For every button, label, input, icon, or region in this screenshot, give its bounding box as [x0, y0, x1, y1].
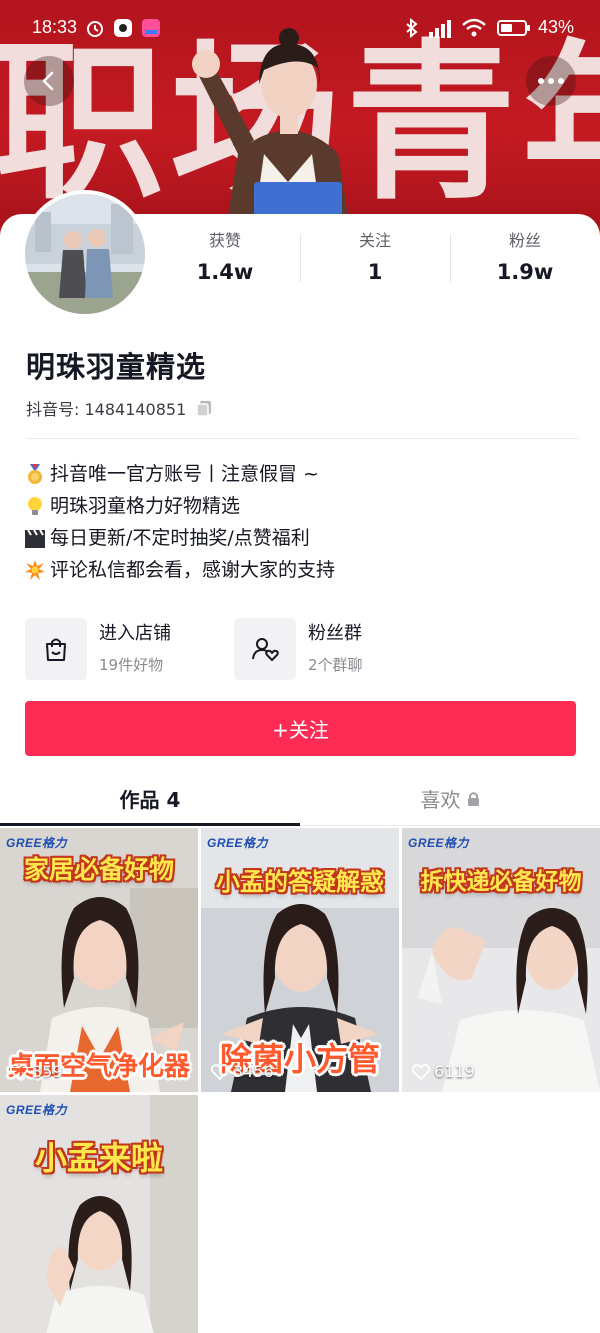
profile-tabs: 作品 4 喜欢 [0, 772, 600, 826]
video-card[interactable]: GREE格力 小孟的答疑解惑 除菌小方管 3456 [201, 828, 399, 1092]
video-thumbnail [0, 1095, 198, 1333]
back-button[interactable] [24, 56, 74, 106]
lock-icon [467, 791, 479, 806]
shop-entry-subtitle: 19件好物 [99, 656, 164, 674]
stat-value: 1.4w [196, 260, 254, 284]
video-card[interactable]: GREE格力 家居必备好物 桌面空气净化器 359 [0, 828, 198, 1092]
video-likes-count: 6119 [434, 1062, 475, 1081]
heart-icon [211, 1063, 229, 1080]
video-likes: 6119 [412, 1062, 475, 1081]
video-card[interactable]: GREE格力 小孟来啦 [0, 1095, 198, 1333]
status-time: 18:33 [32, 17, 78, 37]
douyin-id-row: 抖音号: 1484140851 [26, 396, 214, 420]
video-likes-count: 359 [32, 1062, 63, 1081]
video-likes-count: 3456 [233, 1062, 274, 1081]
heart-icon [412, 1063, 430, 1080]
stat-following[interactable]: 关注 1 [300, 228, 450, 288]
avatar-photo [25, 194, 145, 314]
brand-logo: GREE格力 [6, 836, 68, 850]
brand-logo: GREE格力 [207, 836, 269, 850]
fan-group-subtitle: 2个群聊 [308, 656, 363, 674]
tab-works[interactable]: 作品 4 [0, 772, 300, 826]
stat-label: 粉丝 [508, 231, 541, 250]
bluetooth-icon [402, 16, 422, 40]
tab-likes[interactable]: 喜欢 [300, 772, 600, 825]
more-dots-icon [538, 78, 564, 84]
status-bar: 18:33 43% [0, 0, 600, 56]
fan-group-entry[interactable]: 粉丝群 2个群聊 [234, 618, 363, 680]
shop-entry-title: 进入店铺 [99, 623, 171, 644]
bio-text: 评论私信都会看，感谢大家的支持 [50, 559, 336, 581]
profile-nickname: 明珠羽童精选 [26, 350, 207, 384]
clapperboard-icon [25, 529, 45, 548]
video-likes: 359 [10, 1062, 63, 1081]
shopping-bag-icon [25, 618, 87, 680]
douyin-id: 抖音号: 1484140851 [26, 400, 187, 419]
medal-icon [28, 464, 42, 484]
video-card[interactable]: GREE格力 拆快递必备好物 6119 [402, 828, 600, 1092]
video-title: 拆快递必备好物 [420, 869, 582, 895]
profile-stats: 获赞 1.4w 关注 1 粉丝 1.9w [150, 228, 600, 288]
video-title: 家居必备好物 [23, 855, 174, 884]
brand-logo: GREE格力 [6, 1103, 68, 1117]
video-likes: 3456 [211, 1062, 274, 1081]
shop-entry[interactable]: 进入店铺 19件好物 [25, 618, 171, 680]
lightbulb-icon [28, 497, 42, 515]
fan-group-text: 粉丝群 2个群聊 [308, 621, 363, 677]
brand-logo: GREE格力 [408, 836, 470, 850]
tab-likes-label: 喜欢 [420, 788, 461, 812]
stat-label: 关注 [358, 231, 391, 250]
profile-bio: 抖音唯一官方账号丨注意假冒 ~ 明珠羽童格力好物精选 每日更新/不定时抽奖/点赞… [24, 458, 335, 586]
stat-label: 获赞 [208, 231, 241, 250]
divider [26, 438, 578, 439]
alarm-icon [84, 16, 106, 40]
stat-followers[interactable]: 粉丝 1.9w [450, 228, 600, 288]
bio-line: 抖音唯一官方账号丨注意假冒 ~ [24, 458, 335, 490]
stat-likes[interactable]: 获赞 1.4w [150, 228, 300, 288]
wifi-icon [460, 16, 488, 40]
more-button[interactable] [526, 56, 576, 106]
tab-works-label: 作品 4 [119, 788, 181, 812]
fan-group-icon [234, 618, 296, 680]
collision-icon [25, 560, 45, 580]
app-icon [112, 16, 134, 40]
hd-signal-icon [424, 16, 454, 40]
heart-icon [10, 1063, 28, 1080]
bio-text: 每日更新/不定时抽奖/点赞福利 [50, 527, 310, 549]
chevron-left-icon [42, 71, 54, 91]
avatar[interactable] [21, 190, 149, 318]
bio-line: 明珠羽童格力好物精选 [24, 490, 335, 522]
bio-text: 抖音唯一官方账号丨注意假冒 ~ [50, 463, 319, 485]
bio-line: 评论私信都会看，感谢大家的支持 [24, 554, 335, 586]
stat-value: 1.9w [496, 260, 554, 284]
video-title: 小孟的答疑解惑 [216, 868, 384, 896]
bio-line: 每日更新/不定时抽奖/点赞福利 [24, 522, 335, 554]
copy-icon[interactable] [194, 398, 214, 418]
fan-group-title: 粉丝群 [308, 623, 362, 644]
bio-text: 明珠羽童格力好物精选 [50, 495, 241, 517]
battery-icon [496, 16, 532, 40]
battery-percentage: 43% [538, 17, 575, 37]
stat-value: 1 [367, 260, 383, 284]
lala-app-icon [140, 16, 162, 40]
follow-button[interactable]: +关注 [25, 701, 576, 756]
video-title: 小孟来啦 [34, 1139, 163, 1177]
shop-entry-text: 进入店铺 19件好物 [99, 621, 171, 677]
